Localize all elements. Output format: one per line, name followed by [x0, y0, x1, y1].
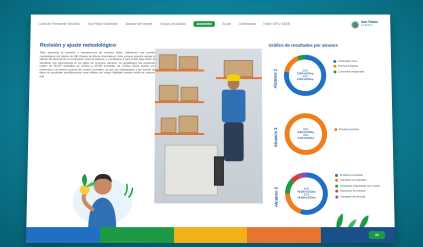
legend-label: Transporte del personal — [340, 195, 366, 199]
scope-2-value-b: 9,119 tnCO2eq — [297, 137, 314, 141]
legend-swatch — [335, 195, 339, 199]
legend-swatch — [335, 179, 339, 183]
footer-segment — [247, 227, 322, 243]
legend-swatch — [333, 65, 337, 69]
legend-swatch — [335, 184, 339, 188]
nav-item-ambiental[interactable]: Ambiental — [193, 21, 215, 27]
legend-item: Transporte de materiales — [335, 179, 389, 183]
report-page: Carta del Presidente Ejecutivo San Pablo… — [26, 14, 395, 243]
clinic-logo[interactable]: San Pablo CLÍNICA — [351, 19, 384, 29]
scope-1-center: 2024 7,599 tnCO2eq 2023 6,935 tnCO2eq — [282, 63, 327, 88]
legend-item: Energía importada — [334, 128, 387, 132]
legend-item: Emisiones fugitivas — [333, 65, 386, 69]
nav-item-carta[interactable]: Carta del Presidente Ejecutivo — [38, 22, 80, 26]
person-with-plant-illustration — [66, 151, 137, 230]
legend-item: Actividades relacionadas con energía — [335, 184, 389, 188]
legend-label: Combustión móvil — [338, 60, 357, 63]
methodology-section: Revisión y ajuste metodológico Para gara… — [39, 43, 155, 78]
legend-item: Combustión móvil — [333, 60, 386, 63]
scope-2-legend: Energía importada — [334, 128, 387, 133]
legend-swatch — [334, 173, 339, 177]
scope-3-legend: Productos comprados Transporte de materi… — [334, 173, 389, 200]
logo-line2: CLÍNICA — [361, 23, 373, 27]
top-navigation: Carta del Presidente Ejecutivo San Pablo… — [31, 15, 391, 34]
legend-label: Productos comprados — [339, 173, 364, 177]
scope-3-center: 2024 49,320 tnCO2eq 2023 49,385 tnCO2eq — [283, 181, 329, 207]
section-title: Revisión y ajuste metodológico — [39, 42, 117, 49]
legend-swatch — [334, 128, 338, 132]
scope-3-label: Alcance 3 — [273, 186, 279, 207]
legend-item: Productos comprados — [334, 173, 389, 177]
legend-swatch — [333, 70, 337, 74]
nav-item-grupos[interactable]: Grupos vinculados — [160, 22, 186, 26]
scope-1-value-b: 6,935 tnCO2eq — [296, 78, 314, 82]
footer-segment — [26, 227, 101, 243]
legend-swatch — [335, 189, 339, 193]
section-paragraph: Para garantizar la precisión y transpare… — [39, 51, 156, 78]
nav-item-gobernanza[interactable]: Gobernanza — [239, 22, 256, 26]
nav-item-social[interactable]: Social — [222, 22, 230, 26]
footer-segment — [99, 227, 174, 243]
nav-item-alcance[interactable]: Alcance del reporte — [126, 22, 153, 26]
nav-item-sostenible[interactable]: San Pablo Sostenible — [88, 22, 118, 26]
scope-1-label: Alcance 1 — [272, 68, 278, 88]
warehouse-worker-photo — [154, 48, 263, 204]
legend-label: Combustión estacionaria — [338, 70, 365, 74]
legend-label: Disposición de residuos — [340, 189, 366, 193]
legend-label: Energía importada — [339, 128, 359, 132]
legend-item: Disposición de residuos — [335, 189, 389, 193]
logo-mark-icon — [351, 20, 360, 29]
legend-label: Actividades relacionadas con energía — [340, 184, 380, 188]
donut-segment — [298, 57, 305, 58]
scope-3-value-b: 49,385 tnCO2eq — [297, 196, 316, 200]
scope-2-panel: Alcance 2 2024 8,904 tnCO2eq 2023 9,119 … — [269, 109, 388, 166]
footer-segment — [173, 227, 248, 243]
legend-item: Combustión estacionaria — [333, 70, 386, 74]
legend-label: Emisiones fugitivas — [338, 65, 359, 69]
scope-2-center: 2024 8,904 tnCO2eq 2023 9,119 tnCO2eq — [283, 121, 329, 146]
legend-item: Transporte del personal — [335, 195, 389, 199]
donut-segment — [300, 175, 306, 176]
scope-1-panel: Alcance 1 2024 7,599 tnCO2eq 2023 6,935 … — [269, 51, 387, 107]
footer-color-band — [26, 227, 395, 243]
results-title: Gráfico de resultados por alcance — [268, 42, 338, 48]
legend-swatch — [333, 60, 337, 63]
scope-1-legend: Combustión móvil Emisiones fugitivas Com… — [333, 60, 386, 75]
results-by-scope: Gráfico de resultados por alcance Alcanc… — [269, 43, 390, 228]
page-number: 24 — [368, 231, 385, 240]
nav-item-indice[interactable]: Índice GRI y SASB — [264, 22, 290, 26]
scope-2-label: Alcance 2 — [272, 126, 278, 147]
legend-label: Transporte de materiales — [340, 179, 367, 183]
